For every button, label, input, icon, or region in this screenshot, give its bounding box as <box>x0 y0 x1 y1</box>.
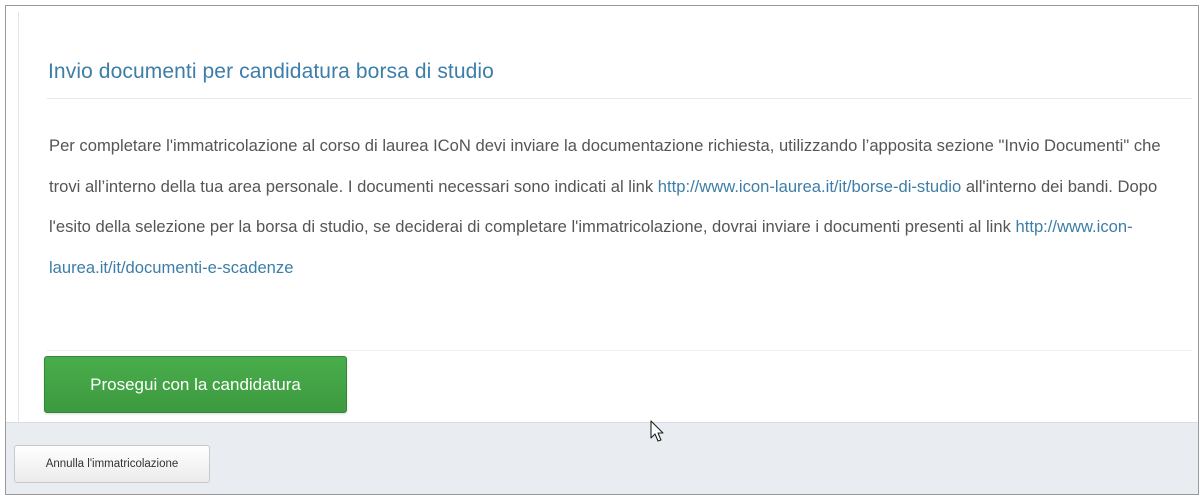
cancel-enrollment-button[interactable]: Annulla l'immatricolazione <box>14 445 210 483</box>
panel-title: Invio documenti per candidatura borsa di… <box>48 60 494 83</box>
borse-di-studio-link[interactable]: http://www.icon-laurea.it/it/borse-di-st… <box>658 177 961 196</box>
dialog-frame: Invio documenti per candidatura borsa di… <box>5 5 1199 495</box>
footer-bar: Annulla l'immatricolazione <box>6 422 1198 494</box>
panel-body-text: Per completare l'immatricolazione al cor… <box>49 126 1189 288</box>
mouse-pointer-icon <box>650 420 664 442</box>
info-panel: Invio documenti per candidatura borsa di… <box>18 12 1198 422</box>
title-divider <box>47 98 1192 99</box>
body-divider <box>47 350 1192 351</box>
continue-application-button[interactable]: Prosegui con la candidatura <box>44 356 347 413</box>
